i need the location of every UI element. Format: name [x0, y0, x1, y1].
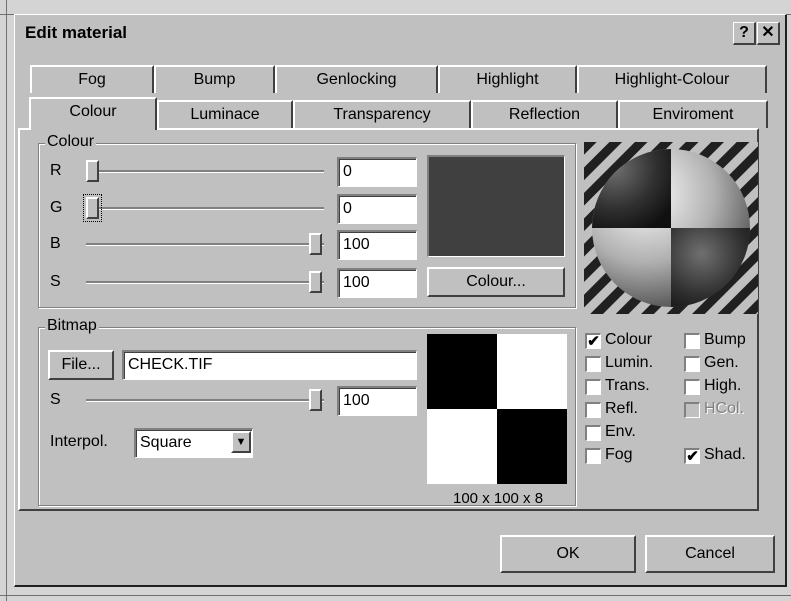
g-slider-thumb[interactable]	[83, 194, 102, 222]
fog-checkbox[interactable]	[585, 448, 601, 464]
close-button[interactable]: ✕	[757, 22, 780, 45]
s-label: S	[50, 273, 61, 290]
s-slider-thumb[interactable]	[309, 271, 322, 293]
refl-checkbox-label: Refl.	[605, 400, 638, 417]
bitmap-s-value-field[interactable]: 100	[337, 386, 417, 416]
shad-checkbox-label: Shad.	[704, 446, 746, 463]
tab-highlight-colour[interactable]: Highlight-Colour	[577, 65, 767, 93]
lumin-checkbox-label: Lumin.	[605, 354, 654, 371]
interpol-label: Interpol.	[50, 433, 108, 450]
cancel-button[interactable]: Cancel	[645, 535, 775, 573]
bitmap-s-slider-thumb[interactable]	[309, 389, 322, 411]
bitmap-s-slider-track[interactable]	[86, 399, 324, 402]
title-bar: Edit material ? ✕	[16, 16, 784, 50]
tab-highlight[interactable]: Highlight	[438, 65, 577, 93]
r-slider-track[interactable]	[86, 170, 324, 173]
refl-checkbox[interactable]	[585, 402, 601, 418]
colour-checkbox-label: Colour	[605, 331, 653, 348]
tab-genlocking[interactable]: Genlocking	[275, 65, 438, 93]
r-value-field[interactable]: 0	[337, 157, 417, 187]
bitmap-info: 100 x 100 x 8	[453, 490, 544, 507]
colour-swatch	[427, 155, 565, 257]
colour-button[interactable]: Colour...	[427, 267, 565, 297]
hcol-checkbox	[684, 402, 700, 418]
colour-checkbox[interactable]: ✔	[585, 333, 601, 349]
fog-checkbox-label: Fog	[605, 446, 633, 463]
env-checkbox-label: Env.	[605, 423, 636, 440]
bump-checkbox[interactable]	[684, 333, 700, 349]
gen-checkbox[interactable]	[684, 356, 700, 372]
tab-bump[interactable]: Bump	[154, 65, 275, 93]
lumin-checkbox[interactable]	[585, 356, 601, 372]
hcol-checkbox-label: HCol.	[704, 400, 745, 417]
b-value-field[interactable]: 100	[337, 230, 417, 260]
interpol-value: Square	[140, 434, 192, 451]
bitmap-group-label: Bitmap	[45, 317, 99, 335]
tab-colour[interactable]: Colour	[29, 97, 157, 130]
bitmap-s-label: S	[50, 391, 61, 408]
trans-checkbox-label: Trans.	[605, 377, 650, 394]
r-slider-thumb[interactable]	[86, 160, 99, 182]
dialog-title: Edit material	[25, 23, 128, 42]
s-value-field[interactable]: 100	[337, 268, 417, 298]
trans-checkbox[interactable]	[585, 379, 601, 395]
tab-enviroment[interactable]: Enviroment	[618, 100, 768, 128]
chevron-down-icon[interactable]: ▼	[231, 431, 251, 453]
file-button[interactable]: File...	[48, 350, 114, 380]
tab-transparency[interactable]: Transparency	[293, 100, 471, 128]
s-slider-track[interactable]	[86, 281, 324, 284]
tab-reflection[interactable]: Reflection	[471, 100, 618, 128]
tab-fog[interactable]: Fog	[30, 65, 154, 93]
help-button[interactable]: ?	[733, 22, 756, 45]
background-line	[6, 0, 7, 601]
material-preview-sphere	[584, 142, 758, 314]
g-value-field[interactable]: 0	[337, 194, 417, 224]
gen-checkbox-label: Gen.	[704, 354, 739, 371]
tab-luminace[interactable]: Luminace	[157, 100, 293, 128]
b-label: B	[50, 235, 61, 252]
bitmap-file-field[interactable]: CHECK.TIF	[122, 350, 417, 380]
r-label: R	[50, 162, 62, 179]
bitmap-preview	[427, 334, 567, 484]
g-label: G	[50, 199, 63, 216]
env-checkbox[interactable]	[585, 425, 601, 441]
high-checkbox-label: High.	[704, 377, 742, 394]
high-checkbox[interactable]	[684, 379, 700, 395]
interpol-select[interactable]: Square ▼	[134, 428, 253, 458]
b-slider-thumb[interactable]	[309, 233, 322, 255]
background-line	[0, 595, 791, 596]
ok-button[interactable]: OK	[500, 535, 636, 573]
b-slider-track[interactable]	[86, 243, 324, 246]
colour-group-label: Colour	[45, 133, 97, 151]
shad-checkbox[interactable]: ✔	[684, 448, 700, 464]
bump-checkbox-label: Bump	[704, 331, 746, 348]
g-slider-track[interactable]	[86, 207, 324, 210]
